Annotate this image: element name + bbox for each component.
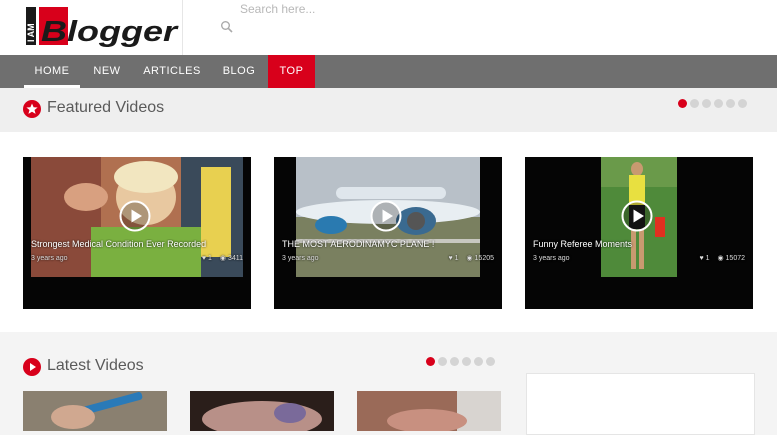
latest-title: Latest Videos: [47, 357, 144, 374]
pagination-dot[interactable]: [438, 357, 447, 366]
view-count: 3411: [227, 255, 243, 262]
star-icon: [23, 100, 41, 118]
like-count: 1: [454, 255, 459, 262]
video-title[interactable]: THE MOST AERODINAMYC PLANE !: [282, 239, 494, 249]
eye-icon: ◉: [717, 255, 724, 262]
pagination-dot[interactable]: [690, 99, 699, 108]
header-divider: [182, 0, 183, 55]
latest-video-thumbnail[interactable]: [190, 391, 334, 431]
latest-pagination: [426, 357, 498, 367]
site-logo[interactable]: I AM Blogger: [26, 4, 182, 50]
site-header: I AM Blogger: [0, 0, 777, 55]
main-nav: HOME NEW ARTICLES BLOG TOP: [0, 55, 777, 88]
heart-icon: ♥: [201, 255, 207, 262]
pagination-dot[interactable]: [714, 99, 723, 108]
latest-video-thumbnail[interactable]: [23, 391, 167, 431]
video-date: 3 years ago: [282, 255, 319, 262]
pagination-dot[interactable]: [726, 99, 735, 108]
nav-blog[interactable]: BLOG: [216, 55, 262, 88]
sidebar-ad-box: [526, 373, 755, 435]
pagination-dot[interactable]: [450, 357, 459, 366]
like-count: 1: [208, 255, 212, 262]
pagination-dot[interactable]: [462, 357, 471, 366]
featured-pagination: [678, 99, 750, 109]
eye-icon: ◉: [466, 255, 473, 262]
search-input[interactable]: [240, 0, 540, 18]
video-stats: ♥ 1 ◉ 15072: [694, 254, 746, 262]
video-card[interactable]: Funny Referee Moments 3 years ago ♥ 1 ◉ …: [525, 157, 753, 309]
logo-small-text: I AM: [26, 23, 36, 42]
pagination-dot[interactable]: [426, 357, 435, 366]
featured-title: Featured Videos: [47, 99, 165, 116]
logo-text: Blogger: [41, 16, 179, 48]
view-count: 15205: [474, 255, 494, 262]
nav-articles[interactable]: ARTICLES: [138, 55, 206, 88]
nav-top[interactable]: TOP: [268, 55, 315, 88]
pagination-dot[interactable]: [474, 357, 483, 366]
video-title[interactable]: Strongest Medical Condition Ever Recorde…: [31, 239, 243, 249]
video-stats: ♥ 1 ◉ 15205: [443, 254, 495, 262]
pagination-dot[interactable]: [486, 357, 495, 366]
play-icon[interactable]: [621, 200, 653, 232]
play-icon[interactable]: [119, 200, 151, 232]
video-card[interactable]: Strongest Medical Condition Ever Recorde…: [23, 157, 251, 309]
heart-icon: ♥: [448, 255, 453, 262]
pagination-dot[interactable]: [702, 99, 711, 108]
play-circle-icon: [23, 358, 41, 376]
video-title[interactable]: Funny Referee Moments: [533, 239, 745, 249]
play-icon[interactable]: [370, 200, 402, 232]
video-stats: ♥ 1 ◉ 3411: [196, 254, 243, 262]
nav-home[interactable]: HOME: [24, 55, 80, 88]
like-count: 1: [705, 255, 710, 262]
latest-video-thumbnail[interactable]: [357, 391, 501, 431]
pagination-dot[interactable]: [738, 99, 747, 108]
heart-icon: ♥: [699, 255, 704, 262]
search-icon[interactable]: [220, 20, 234, 34]
nav-new[interactable]: NEW: [86, 55, 128, 88]
video-date: 3 years ago: [533, 255, 570, 262]
eye-icon: ◉: [219, 255, 226, 262]
video-date: 3 years ago: [31, 255, 68, 262]
view-count: 15072: [725, 255, 745, 262]
pagination-dot[interactable]: [678, 99, 687, 108]
video-card[interactable]: THE MOST AERODINAMYC PLANE ! 3 years ago…: [274, 157, 502, 309]
